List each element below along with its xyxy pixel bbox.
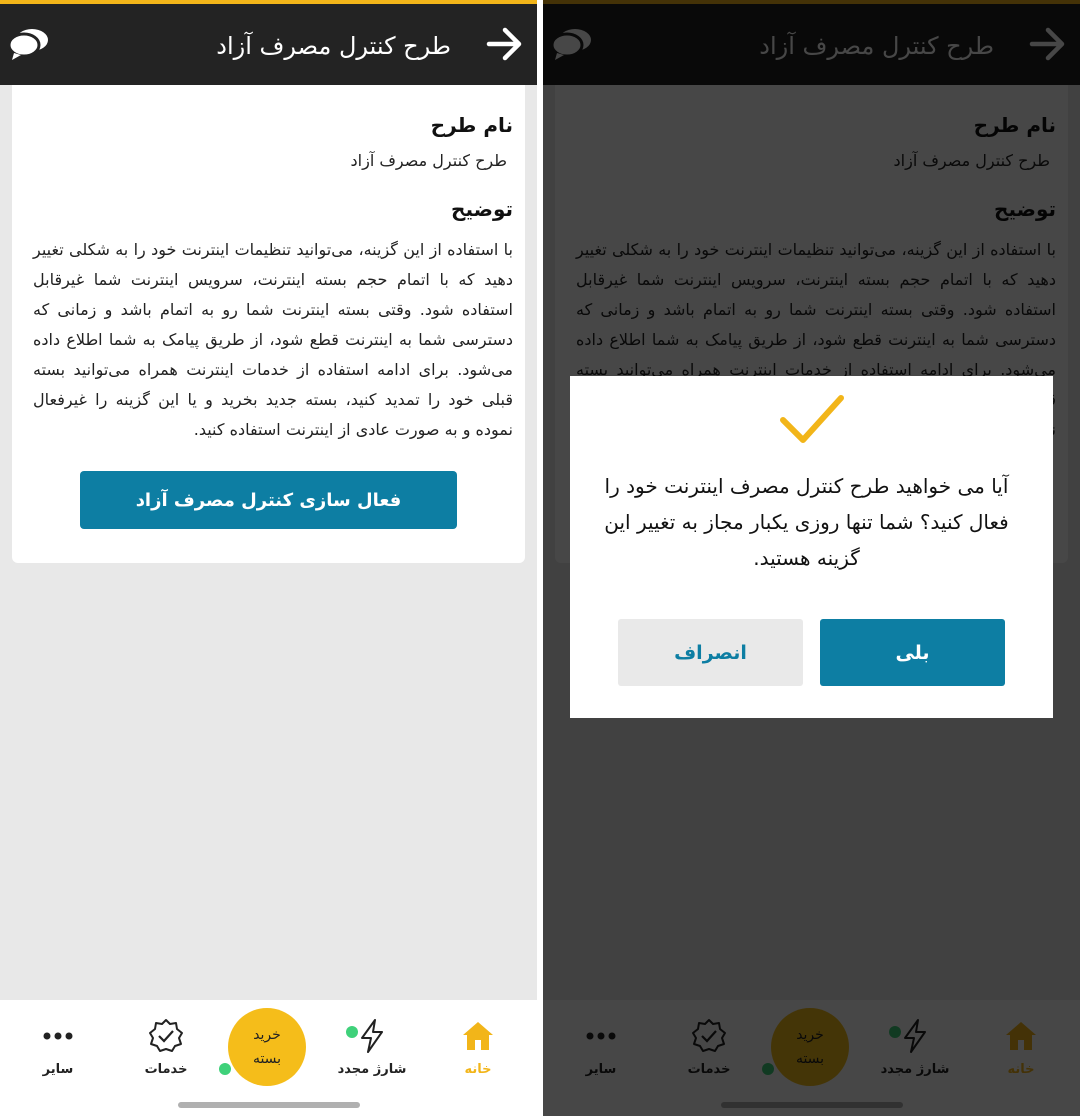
dialog-message: آیا می خواهید طرح کنترل مصرف اینترنت خود… bbox=[604, 474, 1009, 570]
home-icon bbox=[458, 1016, 498, 1056]
confirm-dialog: آیا می خواهید طرح کنترل مصرف اینترنت خود… bbox=[570, 376, 1053, 718]
nav-recharge-label: شارژ مجدد bbox=[337, 1062, 407, 1077]
nav-services[interactable]: خدمات bbox=[126, 1016, 206, 1086]
confirm-yes-button[interactable]: بلی bbox=[820, 619, 1005, 686]
chat-button[interactable] bbox=[7, 26, 50, 62]
nav-home-label: خانه bbox=[464, 1062, 492, 1077]
home-indicator bbox=[178, 1102, 360, 1108]
nav-buy-line1: خرید bbox=[253, 1027, 281, 1043]
nav-buy-line2: بسته bbox=[252, 1051, 282, 1067]
checkmark-icon bbox=[570, 392, 1053, 448]
page-title: طرح کنترل مصرف آزاد bbox=[216, 32, 451, 60]
nav-more-label: سایر bbox=[42, 1062, 74, 1077]
recharge-status-dot bbox=[346, 1026, 358, 1038]
nav-buy-label: خرید بسته bbox=[253, 1023, 281, 1071]
more-dots-icon bbox=[38, 1016, 78, 1056]
chat-bubbles-icon bbox=[7, 29, 48, 60]
screen-confirm-dialog: طرح کنترل مصرف آزاد نام طرح طرح کنترل مص… bbox=[543, 0, 1080, 1116]
nav-buy-package[interactable]: خرید بسته bbox=[228, 1008, 306, 1086]
plan-name-label: نام طرح bbox=[430, 113, 513, 137]
nav-home[interactable]: خانه bbox=[438, 1016, 518, 1086]
bottom-navigation: خانه شارژ مجدد خرید بسته خدمات سا bbox=[0, 1000, 537, 1116]
screen-plan-details: طرح کنترل مصرف آزاد نام طرح طرح کنترل مص… bbox=[0, 0, 537, 1116]
description-text: با استفاده از این گزینه، می‌توانید تنظیم… bbox=[33, 240, 513, 439]
plan-card: نام طرح طرح کنترل مصرف آزاد توضیح با است… bbox=[12, 85, 525, 563]
verified-badge-icon bbox=[146, 1016, 186, 1056]
app-header: طرح کنترل مصرف آزاد bbox=[0, 0, 537, 85]
arrow-right-icon bbox=[486, 27, 522, 61]
activate-button[interactable]: فعال سازی کنترل مصرف آزاد bbox=[80, 471, 457, 529]
cancel-button[interactable]: انصراف bbox=[618, 619, 803, 686]
nav-services-label: خدمات bbox=[144, 1062, 188, 1077]
lightning-icon bbox=[352, 1016, 392, 1056]
description-label: توضیح bbox=[451, 197, 513, 221]
nav-more[interactable]: سایر bbox=[18, 1016, 98, 1086]
back-button[interactable] bbox=[483, 24, 527, 64]
buy-status-dot bbox=[219, 1063, 231, 1075]
plan-name-value: طرح کنترل مصرف آزاد bbox=[350, 151, 507, 170]
nav-recharge[interactable]: شارژ مجدد bbox=[332, 1016, 412, 1086]
